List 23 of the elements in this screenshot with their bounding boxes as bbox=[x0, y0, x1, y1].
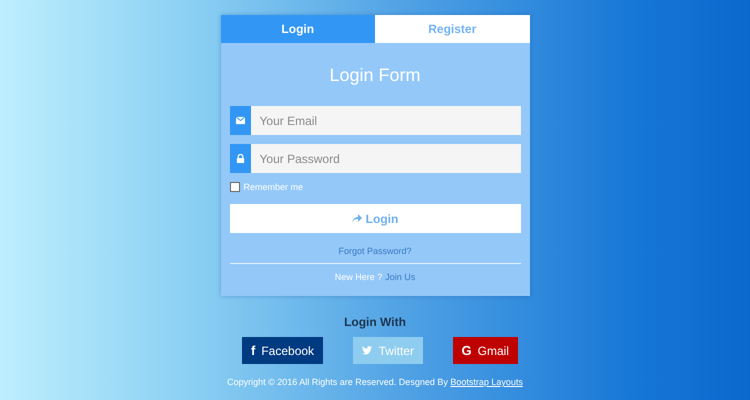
form-title: Login Form bbox=[328, 64, 422, 87]
password-field[interactable]: Your Password bbox=[250, 144, 520, 173]
share-arrow-icon bbox=[352, 214, 362, 223]
remember-checkbox[interactable] bbox=[230, 182, 240, 192]
email-field[interactable]: Your Email bbox=[250, 106, 520, 135]
login-button[interactable]: Login bbox=[230, 204, 520, 233]
login-with-heading: Login With bbox=[343, 315, 407, 329]
remember-label: Remember me bbox=[244, 182, 304, 192]
copyright-text: Copyright © 2016 All Rights are Reserved. Desgned By Bootstrap Layouts bbox=[226, 377, 524, 387]
bootstrap-layouts-link[interactable]: Bootstrap Layouts bbox=[450, 377, 523, 387]
tab[interactable]: Login bbox=[220, 15, 375, 43]
bird-icon bbox=[362, 346, 373, 355]
twitter-button[interactable]: Twitter bbox=[352, 337, 423, 364]
join-link[interactable]: Join Us bbox=[385, 272, 416, 282]
facebook-button[interactable]: f Facebook bbox=[242, 337, 324, 364]
gmail-button[interactable]: G Gmail bbox=[452, 337, 518, 364]
signup-prompt: New Here ? bbox=[334, 272, 382, 282]
google-icon: G bbox=[462, 343, 472, 358]
lock-icon bbox=[230, 144, 250, 173]
tab[interactable]: Register bbox=[375, 15, 530, 43]
forgot-password-link[interactable]: Forgot Password? bbox=[338, 246, 412, 256]
facebook-icon: f bbox=[251, 343, 256, 358]
envelope-icon bbox=[230, 106, 250, 135]
